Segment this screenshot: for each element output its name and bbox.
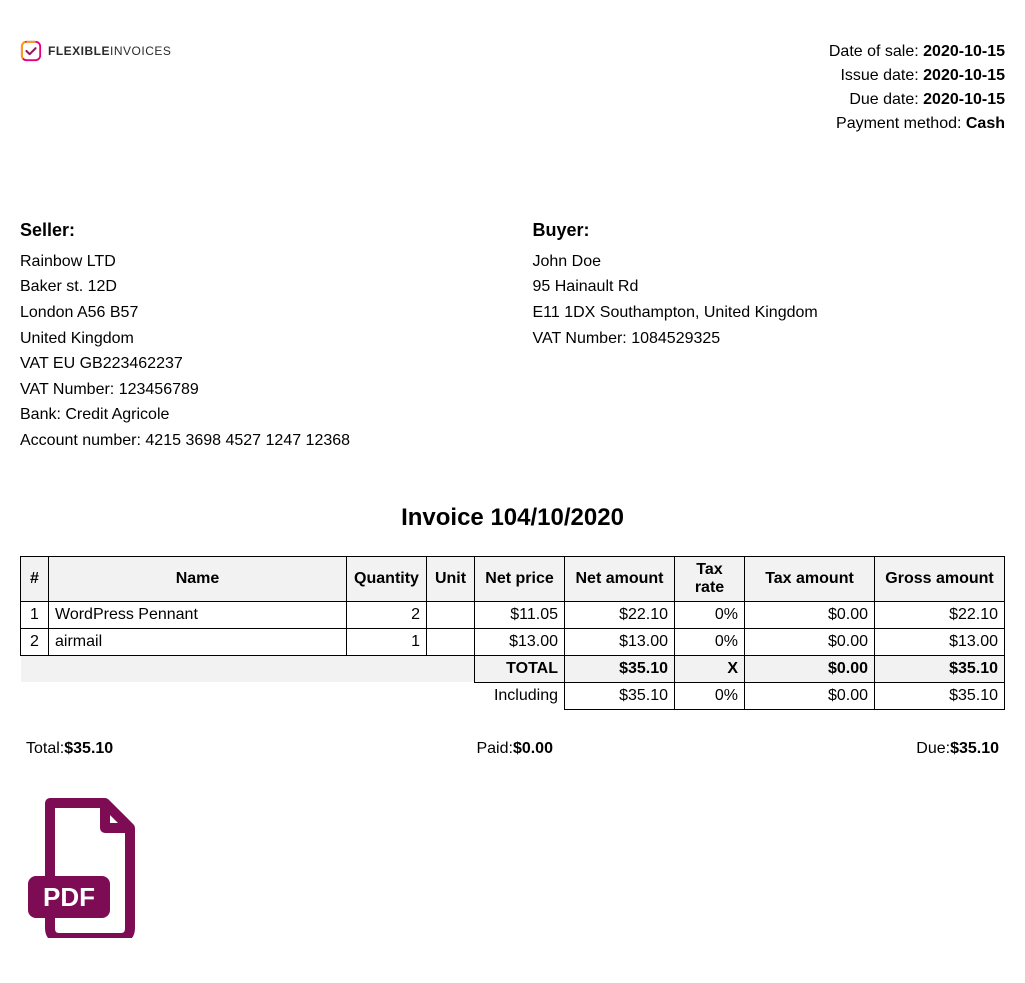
row-name: airmail	[49, 628, 347, 655]
due-date-value: 2020-10-15	[923, 91, 1005, 108]
buyer-line: John Doe	[533, 249, 1006, 275]
row-unit	[427, 601, 475, 628]
including-tax-amount: $0.00	[745, 682, 875, 709]
row-net-amount: $22.10	[565, 601, 675, 628]
summary-paid: Paid:$0.00	[476, 740, 553, 758]
date-of-sale-value: 2020-10-15	[923, 43, 1005, 60]
seller-line: Account number: 4215 3698 4527 1247 1236…	[20, 428, 493, 454]
row-gross: $22.10	[875, 601, 1005, 628]
pdf-file-icon[interactable]: PDF	[20, 798, 140, 938]
header-row: FLEXIBLEINVOICES Date of sale: 2020-10-1…	[20, 40, 1005, 136]
total-tax-amount: $0.00	[745, 655, 875, 682]
col-num: #	[21, 556, 49, 601]
invoice-meta: Date of sale: 2020-10-15 Issue date: 202…	[829, 40, 1005, 136]
total-gross: $35.10	[875, 655, 1005, 682]
total-row: TOTAL $35.10 X $0.00 $35.10	[21, 655, 1005, 682]
col-tax-amount: Tax amount	[745, 556, 875, 601]
including-net-amount: $35.10	[565, 682, 675, 709]
seller-line: VAT EU GB223462237	[20, 351, 493, 377]
issue-date-label: Issue date:	[840, 67, 923, 84]
brand-logo-text: FLEXIBLEINVOICES	[48, 44, 171, 58]
row-num: 2	[21, 628, 49, 655]
buyer-line: 95 Hainault Rd	[533, 274, 1006, 300]
row-tax-rate: 0%	[675, 628, 745, 655]
total-tax-rate: X	[675, 655, 745, 682]
issue-date-value: 2020-10-15	[923, 67, 1005, 84]
summary-row: Total:$35.10 Paid:$0.00 Due:$35.10	[26, 740, 999, 758]
seller-heading: Seller:	[20, 216, 493, 245]
total-net-amount: $35.10	[565, 655, 675, 682]
including-tax-rate: 0%	[675, 682, 745, 709]
row-tax-amount: $0.00	[745, 628, 875, 655]
summary-due: Due:$35.10	[916, 740, 999, 758]
col-qty: Quantity	[347, 556, 427, 601]
buyer-line: E11 1DX Southampton, United Kingdom	[533, 300, 1006, 326]
due-date-label: Due date:	[849, 91, 923, 108]
row-gross: $13.00	[875, 628, 1005, 655]
seller-line: London A56 B57	[20, 300, 493, 326]
payment-method-label: Payment method:	[836, 115, 966, 132]
col-net-amount: Net amount	[565, 556, 675, 601]
total-label: TOTAL	[475, 655, 565, 682]
invoice-title: Invoice 104/10/2020	[20, 504, 1005, 532]
seller-line: Rainbow LTD	[20, 249, 493, 275]
row-net-amount: $13.00	[565, 628, 675, 655]
col-gross: Gross amount	[875, 556, 1005, 601]
row-net-price: $13.00	[475, 628, 565, 655]
date-of-sale-label: Date of sale:	[829, 43, 923, 60]
table-row: 1 WordPress Pennant 2 $11.05 $22.10 0% $…	[21, 601, 1005, 628]
buyer-line: VAT Number: 1084529325	[533, 326, 1006, 352]
row-num: 1	[21, 601, 49, 628]
col-net-price: Net price	[475, 556, 565, 601]
including-label: Including	[475, 682, 565, 709]
payment-method-value: Cash	[966, 115, 1005, 132]
seller-block: Seller: Rainbow LTD Baker st. 12D London…	[20, 216, 493, 454]
table-header-row: # Name Quantity Unit Net price Net amoun…	[21, 556, 1005, 601]
seller-line: Bank: Credit Agricole	[20, 402, 493, 428]
buyer-heading: Buyer:	[533, 216, 1006, 245]
row-qty: 1	[347, 628, 427, 655]
col-tax-rate: Tax rate	[675, 556, 745, 601]
row-tax-amount: $0.00	[745, 601, 875, 628]
row-name: WordPress Pennant	[49, 601, 347, 628]
line-items-table: # Name Quantity Unit Net price Net amoun…	[20, 556, 1005, 710]
seller-line: United Kingdom	[20, 326, 493, 352]
summary-total: Total:$35.10	[26, 740, 113, 758]
row-tax-rate: 0%	[675, 601, 745, 628]
row-net-price: $11.05	[475, 601, 565, 628]
seller-line: VAT Number: 123456789	[20, 377, 493, 403]
including-gross: $35.10	[875, 682, 1005, 709]
row-qty: 2	[347, 601, 427, 628]
brand-logo: FLEXIBLEINVOICES	[20, 40, 171, 62]
seller-line: Baker st. 12D	[20, 274, 493, 300]
col-name: Name	[49, 556, 347, 601]
parties: Seller: Rainbow LTD Baker st. 12D London…	[20, 216, 1005, 454]
col-unit: Unit	[427, 556, 475, 601]
flexible-invoices-icon	[20, 40, 42, 62]
pdf-label: PDF	[43, 882, 95, 912]
including-row: Including $35.10 0% $0.00 $35.10	[21, 682, 1005, 709]
buyer-block: Buyer: John Doe 95 Hainault Rd E11 1DX S…	[533, 216, 1006, 454]
table-row: 2 airmail 1 $13.00 $13.00 0% $0.00 $13.0…	[21, 628, 1005, 655]
row-unit	[427, 628, 475, 655]
